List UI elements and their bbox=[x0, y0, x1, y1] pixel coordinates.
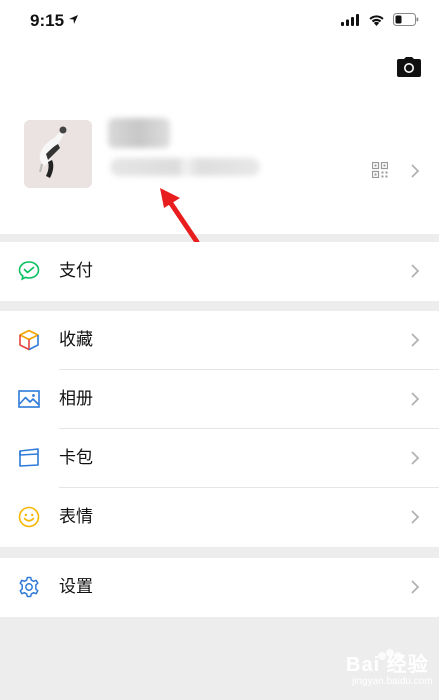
menu-group-pay: 支付 bbox=[0, 242, 439, 301]
menu-item-settings[interactable]: 设置 bbox=[0, 558, 439, 617]
menu-label-pay: 支付 bbox=[59, 261, 93, 281]
favorites-cube-icon bbox=[19, 329, 39, 351]
chevron-right-icon bbox=[411, 510, 420, 524]
menu-label-cards: 卡包 bbox=[59, 448, 93, 468]
status-bar: 9:15 bbox=[0, 0, 439, 44]
menu-label-album: 相册 bbox=[59, 389, 93, 409]
cellular-signal-icon bbox=[341, 13, 359, 26]
album-image-icon bbox=[18, 390, 40, 408]
qr-code-icon[interactable] bbox=[372, 162, 388, 178]
settings-gear-icon bbox=[19, 576, 39, 598]
avatar[interactable] bbox=[24, 120, 92, 188]
watermark-subtext: jingyan.baidu.com bbox=[352, 676, 433, 687]
menu-item-album[interactable]: 相册 bbox=[0, 370, 439, 429]
menu-group-main: 收藏 相册 卡包 表情 bbox=[0, 311, 439, 547]
chevron-right-icon bbox=[411, 392, 420, 406]
menu-item-pay[interactable]: 支付 bbox=[0, 242, 439, 301]
menu-item-favorites[interactable]: 收藏 bbox=[0, 311, 439, 370]
watermark-text: Bai 经验 bbox=[346, 654, 429, 676]
smiley-icon bbox=[18, 506, 40, 528]
wifi-icon bbox=[369, 14, 384, 26]
battery-icon bbox=[393, 13, 419, 26]
wechat-id-blurred bbox=[110, 158, 260, 176]
camera-icon[interactable] bbox=[397, 57, 421, 77]
location-arrow-icon bbox=[69, 15, 78, 24]
annotation-arrow-icon bbox=[160, 188, 200, 245]
menu-label-sticker: 表情 bbox=[59, 507, 93, 527]
menu-item-sticker[interactable]: 表情 bbox=[0, 488, 439, 547]
chevron-right-icon bbox=[411, 333, 420, 347]
menu-label-settings: 设置 bbox=[59, 577, 93, 597]
status-indicators bbox=[341, 13, 419, 26]
wechat-pay-icon bbox=[18, 261, 40, 281]
menu-label-favorites: 收藏 bbox=[59, 330, 93, 350]
chevron-right-icon bbox=[411, 580, 420, 594]
chevron-right-icon bbox=[411, 451, 420, 465]
chevron-right-icon[interactable] bbox=[410, 163, 420, 179]
card-wallet-icon bbox=[19, 448, 39, 467]
menu-group-settings: 设置 bbox=[0, 558, 439, 617]
avatar-cat-image bbox=[24, 120, 92, 188]
menu-item-cards[interactable]: 卡包 bbox=[0, 429, 439, 488]
chevron-right-icon bbox=[411, 264, 420, 278]
status-time: 9:15 bbox=[30, 11, 65, 30]
nickname-blurred bbox=[108, 118, 170, 148]
